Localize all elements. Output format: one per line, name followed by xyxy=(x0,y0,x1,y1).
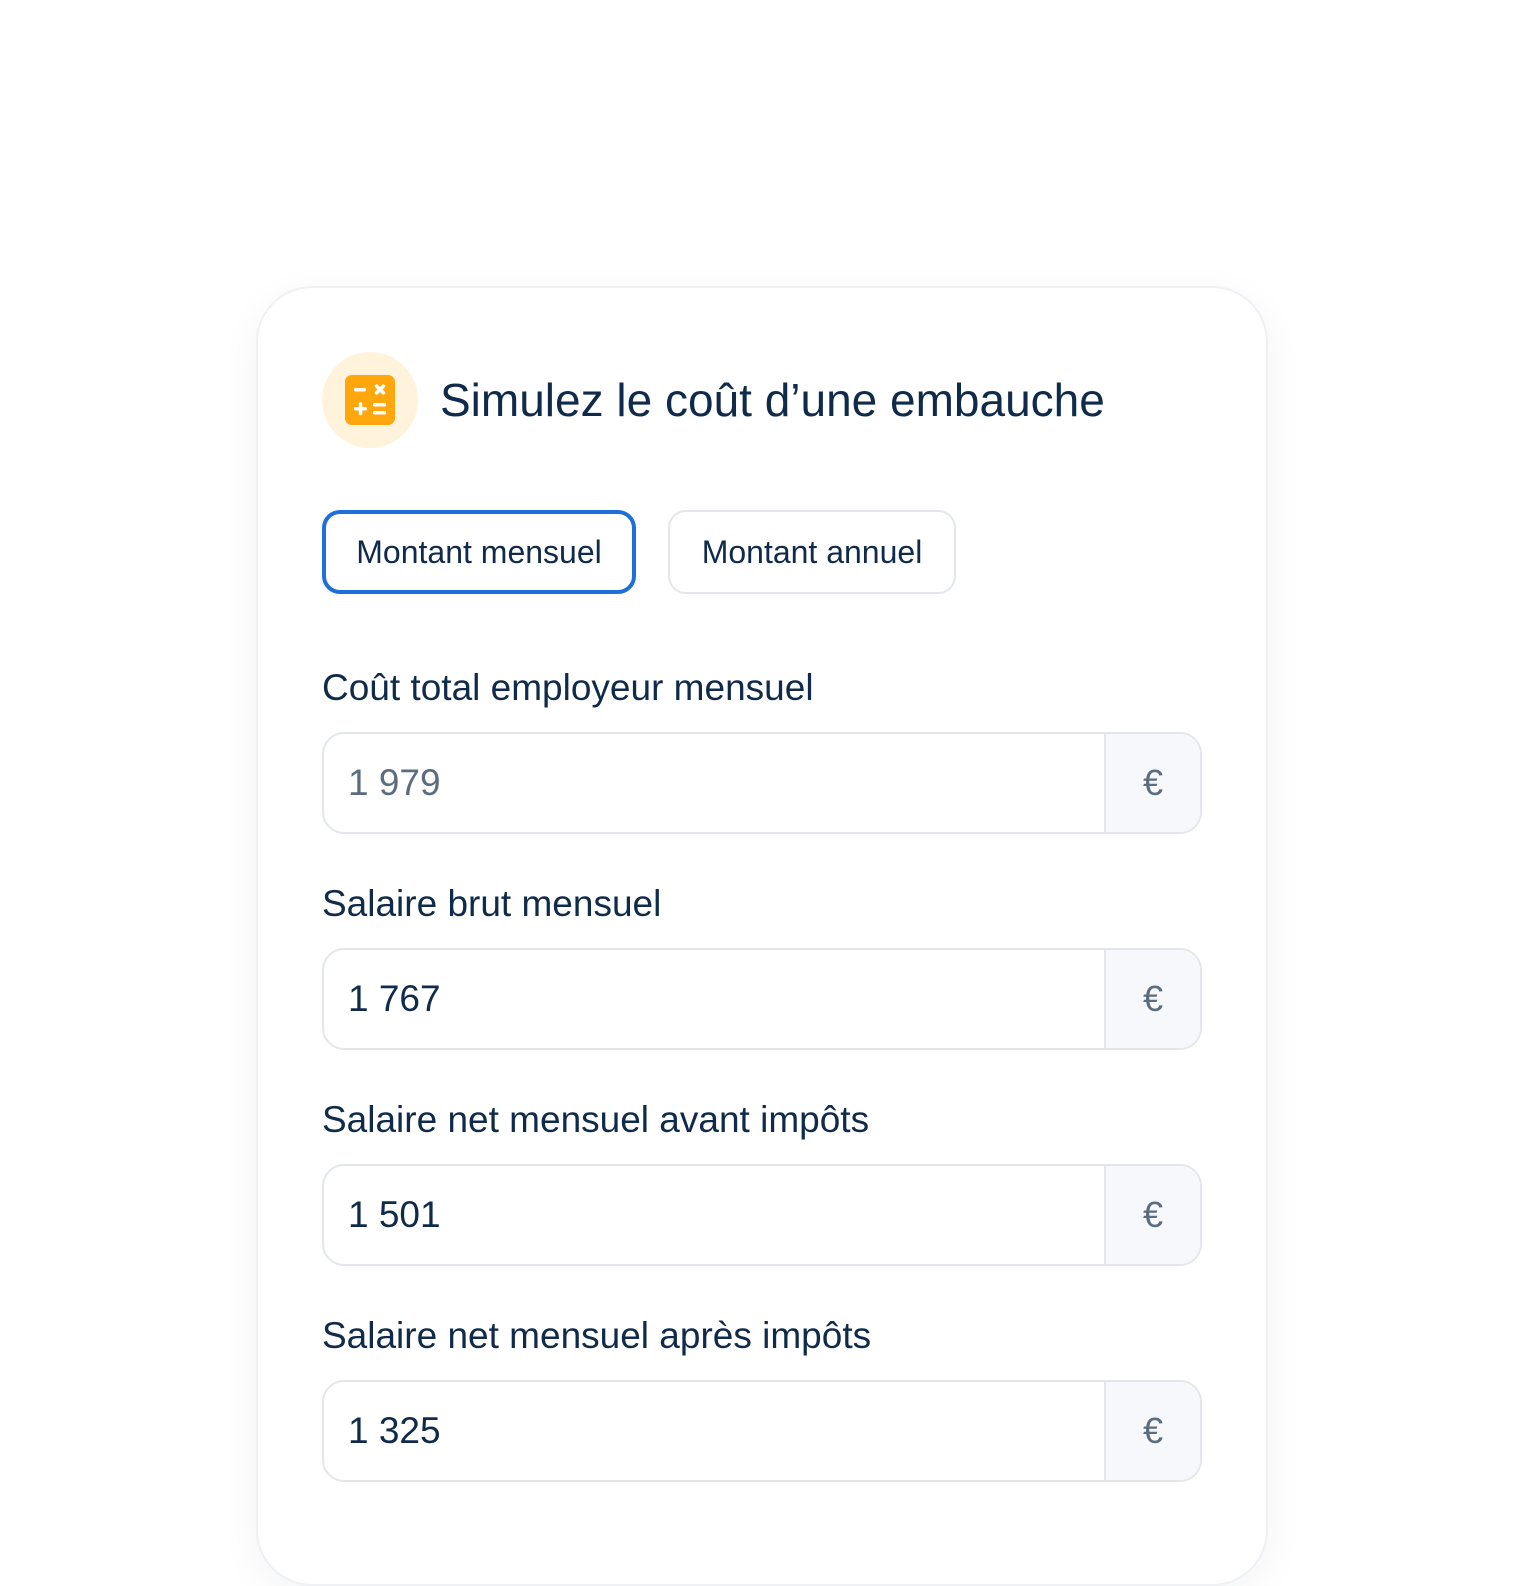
net-before-tax-field: Salaire net mensuel avant impôts 1 501 € xyxy=(322,1098,1202,1266)
euro-unit-addon: € xyxy=(1104,1166,1200,1264)
net-after-tax-input[interactable]: 1 325 xyxy=(324,1382,1104,1480)
employer-cost-input[interactable]: 1 979 xyxy=(324,734,1104,832)
net-after-tax-input-group: 1 325 € xyxy=(322,1380,1202,1482)
card-header: Simulez le coût d’une embauche xyxy=(322,352,1105,448)
monthly-toggle-button[interactable]: Montant mensuel xyxy=(322,510,636,594)
gross-salary-field: Salaire brut mensuel 1 767 € xyxy=(322,882,1202,1050)
euro-unit-addon: € xyxy=(1104,950,1200,1048)
euro-unit-addon: € xyxy=(1104,1382,1200,1480)
net-before-tax-input-group: 1 501 € xyxy=(322,1164,1202,1266)
calculator-icon-badge xyxy=(322,352,418,448)
gross-salary-label: Salaire brut mensuel xyxy=(322,883,662,924)
page-title: Simulez le coût d’une embauche xyxy=(440,374,1105,426)
simulator-card: Simulez le coût d’une embauche Montant m… xyxy=(256,286,1268,1586)
net-before-tax-label: Salaire net mensuel avant impôts xyxy=(322,1099,870,1140)
net-after-tax-field: Salaire net mensuel après impôts 1 325 € xyxy=(322,1314,1202,1482)
annual-toggle-button[interactable]: Montant annuel xyxy=(668,510,956,594)
employer-cost-label: Coût total employeur mensuel xyxy=(322,667,814,708)
period-toggle-group: Montant mensuel Montant annuel xyxy=(322,510,956,594)
gross-salary-input-group: 1 767 € xyxy=(322,948,1202,1050)
calculator-icon xyxy=(345,375,395,425)
euro-unit-addon: € xyxy=(1104,734,1200,832)
employer-cost-field: Coût total employeur mensuel 1 979 € xyxy=(322,666,1202,834)
net-after-tax-label: Salaire net mensuel après impôts xyxy=(322,1315,872,1356)
employer-cost-input-group: 1 979 € xyxy=(322,732,1202,834)
net-before-tax-input[interactable]: 1 501 xyxy=(324,1166,1104,1264)
gross-salary-input[interactable]: 1 767 xyxy=(324,950,1104,1048)
